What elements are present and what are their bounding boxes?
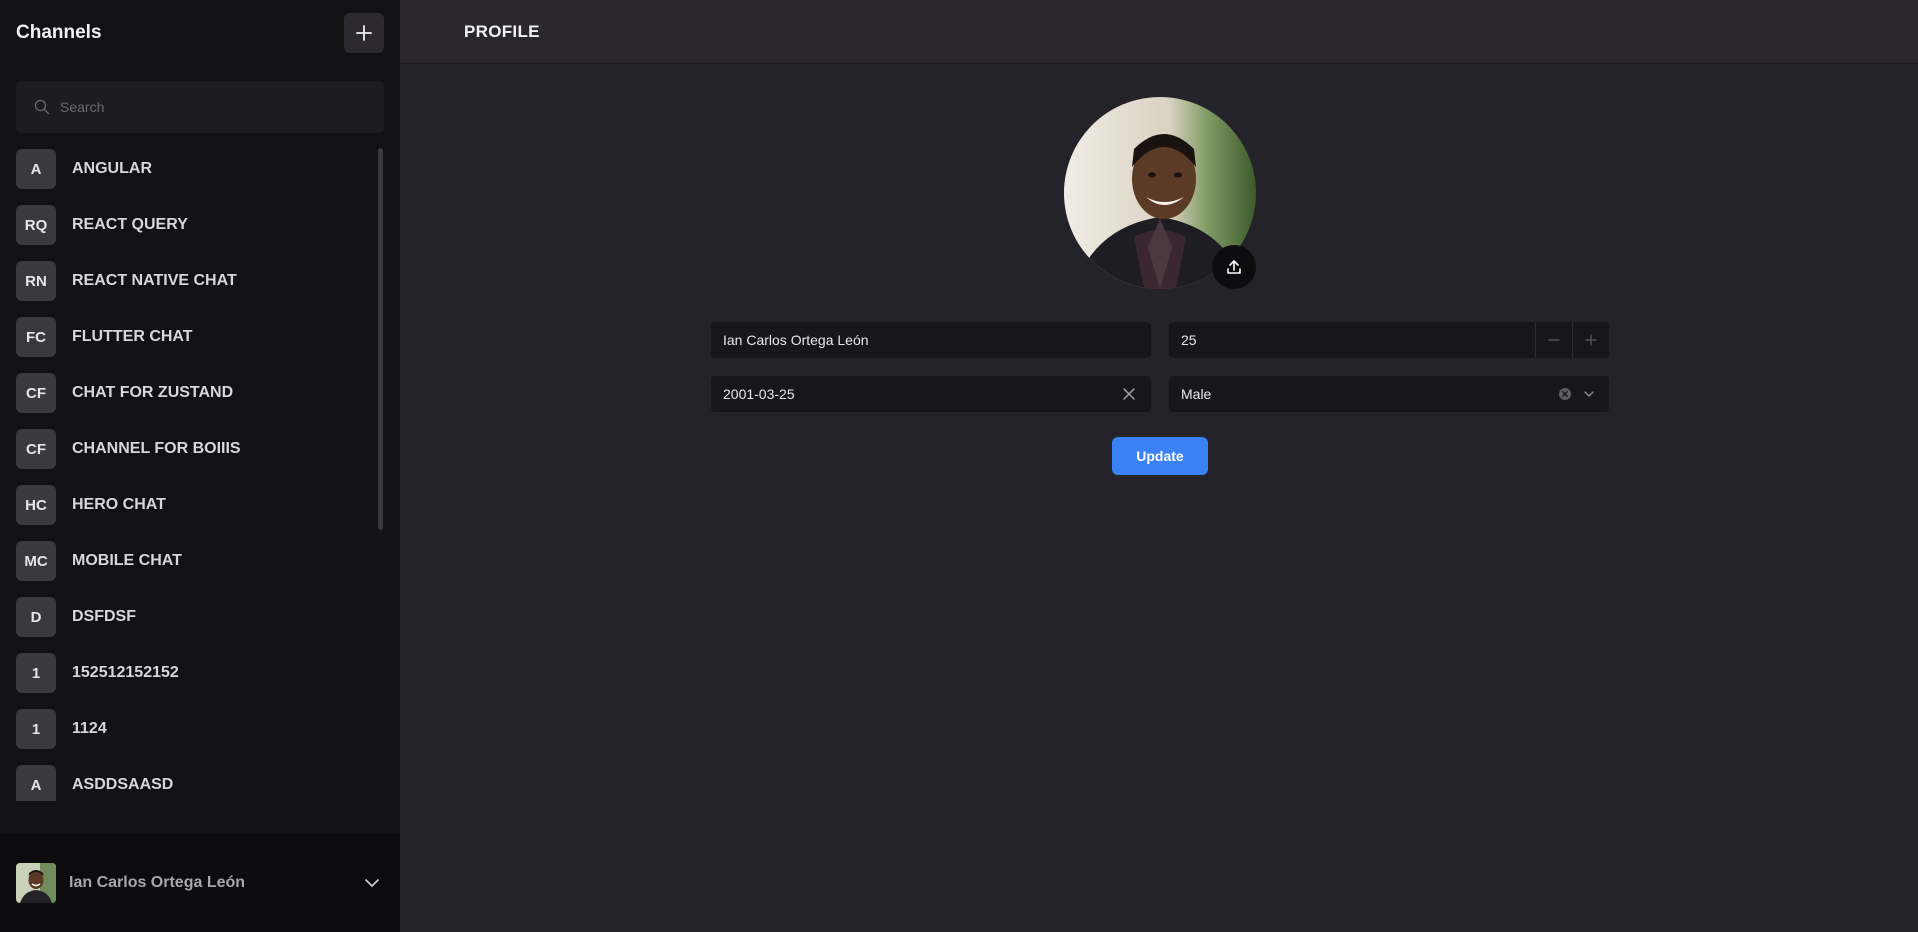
channel-list-scrollbar[interactable]: [378, 148, 383, 530]
channel-item[interactable]: D DSFDSF: [0, 589, 384, 645]
gender-dropdown-toggle[interactable]: [1575, 376, 1603, 412]
chevron-down-icon: [1584, 391, 1594, 397]
gender-value: Male: [1181, 386, 1212, 402]
search-box: [16, 81, 384, 133]
minus-icon: [1548, 339, 1560, 341]
top-bar: PROFILE: [400, 0, 1918, 64]
search-input[interactable]: [58, 98, 358, 116]
channel-avatar: CF: [16, 429, 56, 469]
channel-avatar: A: [16, 149, 56, 189]
channel-name: HERO CHAT: [72, 496, 166, 513]
channel-name: FLUTTER CHAT: [72, 328, 193, 345]
chevron-down-icon[interactable]: [364, 875, 380, 891]
name-field[interactable]: Ian Carlos Ortega León: [711, 322, 1151, 358]
birthdate-value: 2001-03-25: [723, 386, 795, 402]
channel-item[interactable]: A ASDDSAASD: [0, 757, 384, 801]
plus-icon: [356, 25, 372, 41]
sidebar-header: Channels: [0, 0, 400, 66]
name-value: Ian Carlos Ortega León: [723, 332, 869, 348]
channels-sidebar: Channels A ANGULAR RQ REACT QUERY RN REA…: [0, 0, 400, 932]
channel-avatar: CF: [16, 373, 56, 413]
update-button[interactable]: Update: [1112, 437, 1208, 475]
channel-avatar: FC: [16, 317, 56, 357]
channel-item[interactable]: CF CHAT FOR ZUSTAND: [0, 365, 384, 421]
user-name: Ian Carlos Ortega León: [69, 873, 246, 891]
current-user-bar: Ian Carlos Ortega León: [0, 833, 400, 932]
channel-avatar: A: [16, 765, 56, 801]
add-channel-button[interactable]: [344, 13, 384, 53]
plus-icon: [1585, 334, 1597, 346]
close-icon: [1123, 388, 1135, 400]
clear-circle-icon: [1559, 388, 1571, 400]
age-stepper[interactable]: 25: [1169, 322, 1609, 358]
channel-name: MOBILE CHAT: [72, 552, 182, 569]
channel-avatar: D: [16, 597, 56, 637]
upload-icon: [1227, 260, 1241, 274]
upload-photo-button[interactable]: [1212, 245, 1256, 289]
channel-name: DSFDSF: [72, 608, 136, 625]
channel-item[interactable]: 1 152512152152: [0, 645, 384, 701]
decrement-button[interactable]: [1535, 322, 1572, 358]
page-title: PROFILE: [464, 21, 540, 41]
gender-select[interactable]: Male: [1169, 376, 1609, 412]
channel-item[interactable]: RN REACT NATIVE CHAT: [0, 253, 384, 309]
channel-avatar: HC: [16, 485, 56, 525]
channel-avatar: RQ: [16, 205, 56, 245]
channel-name: 152512152152: [72, 664, 179, 681]
channel-list: A ANGULAR RQ REACT QUERY RN REACT NATIVE…: [0, 141, 384, 801]
birthdate-field[interactable]: 2001-03-25: [711, 376, 1151, 412]
channel-avatar: RN: [16, 261, 56, 301]
channel-item[interactable]: HC HERO CHAT: [0, 477, 384, 533]
sidebar-title: Channels: [16, 22, 102, 43]
channel-item[interactable]: MC MOBILE CHAT: [0, 533, 384, 589]
channel-name: ANGULAR: [72, 160, 152, 177]
clear-date-button[interactable]: [1115, 376, 1143, 412]
increment-button[interactable]: [1572, 322, 1609, 358]
search-icon: [34, 99, 50, 115]
channel-name: REACT QUERY: [72, 216, 188, 233]
channel-name: ASDDSAASD: [72, 776, 174, 793]
channel-name: REACT NATIVE CHAT: [72, 272, 237, 289]
user-avatar[interactable]: [16, 862, 56, 903]
channel-name: CHAT FOR ZUSTAND: [72, 384, 234, 401]
channel-item[interactable]: A ANGULAR: [0, 141, 384, 197]
clear-gender-button[interactable]: [1555, 376, 1575, 412]
channel-avatar: 1: [16, 653, 56, 693]
channel-name: CHANNEL FOR BOIIIS: [72, 440, 241, 457]
channel-item[interactable]: 1 1124: [0, 701, 384, 757]
channel-avatar: MC: [16, 541, 56, 581]
age-value: 25: [1181, 332, 1197, 348]
channel-avatar: 1: [16, 709, 56, 749]
channel-name: 1124: [72, 720, 107, 737]
channel-item[interactable]: CF CHANNEL FOR BOIIIS: [0, 421, 384, 477]
channel-item[interactable]: FC FLUTTER CHAT: [0, 309, 384, 365]
channel-item[interactable]: RQ REACT QUERY: [0, 197, 384, 253]
